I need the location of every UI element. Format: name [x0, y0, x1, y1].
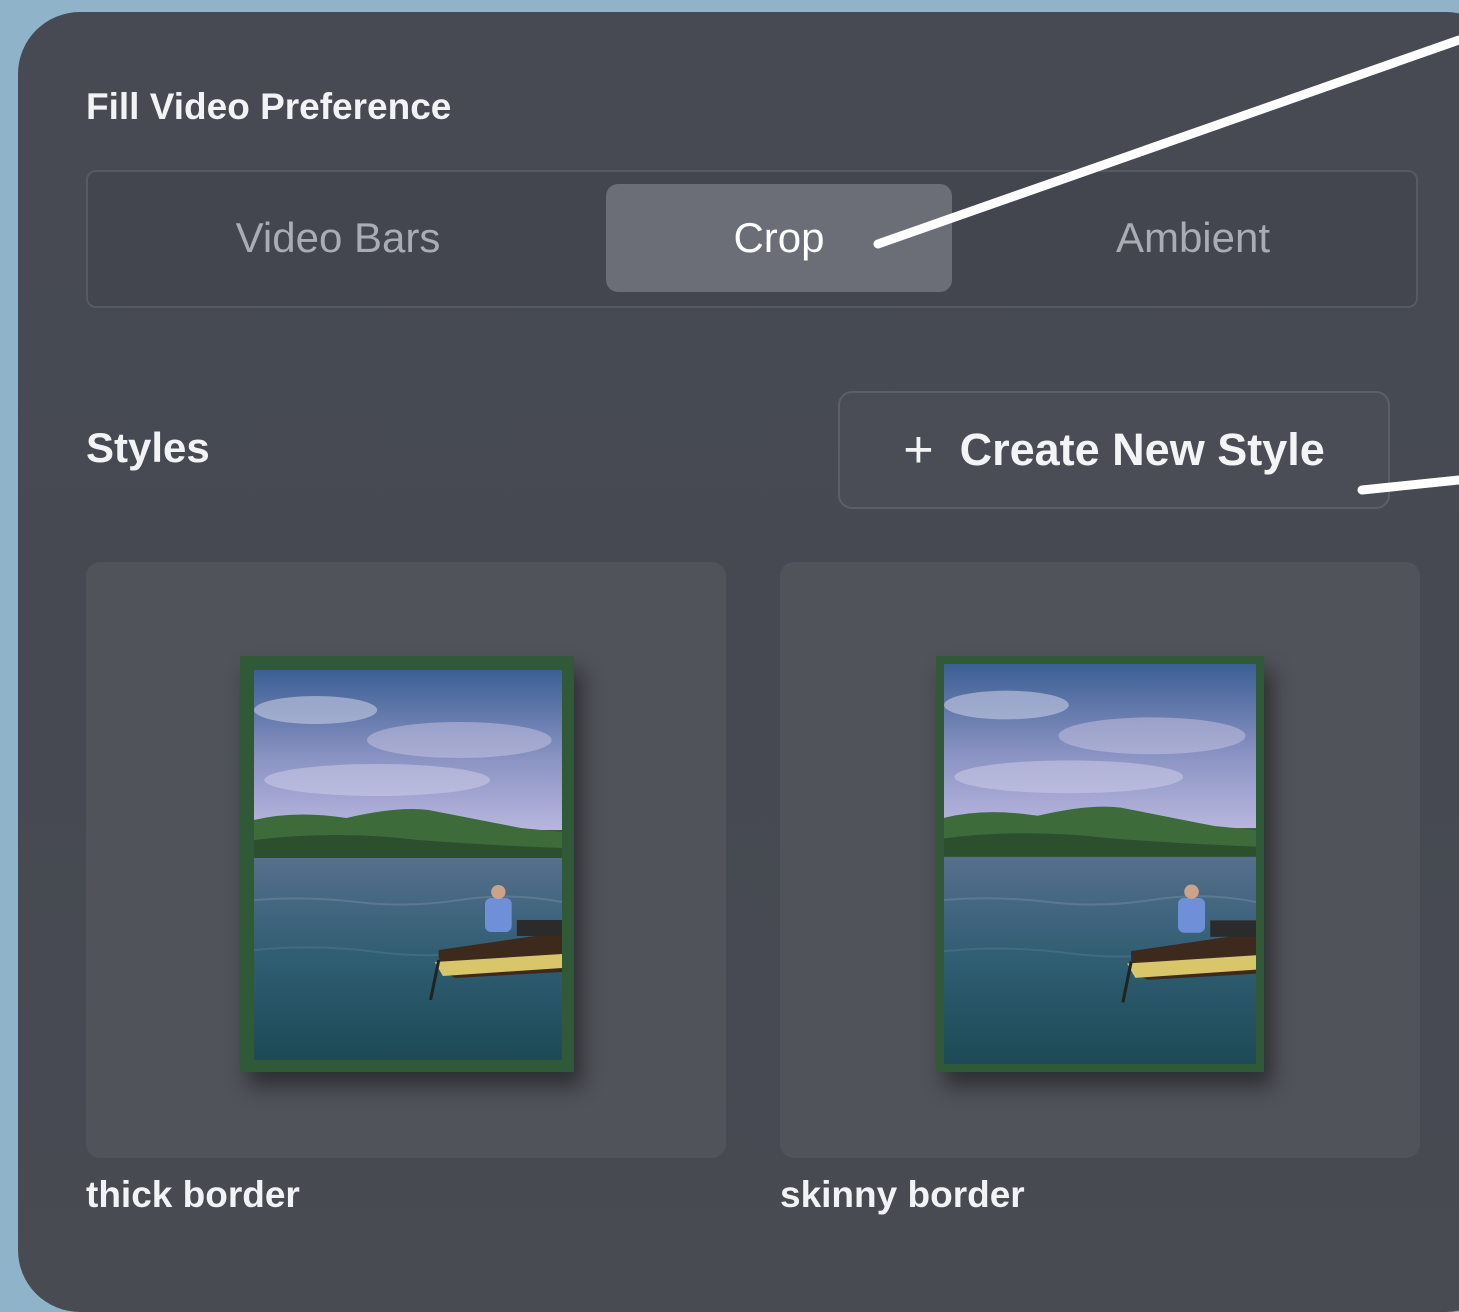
plus-icon: + — [903, 421, 934, 479]
option-ambient[interactable]: Ambient — [968, 184, 1418, 292]
video-preview-image — [944, 664, 1256, 1064]
style-preview-thumbnail — [936, 656, 1264, 1072]
style-name-thick-border: thick border — [86, 1174, 300, 1215]
style-card-skinny-border[interactable] — [780, 562, 1420, 1158]
style-name-skinny-border: skinny border — [780, 1174, 1025, 1215]
create-new-style-button[interactable]: + Create New Style — [838, 391, 1390, 509]
styles-heading: Styles — [86, 424, 210, 471]
style-card-thick-border[interactable] — [86, 562, 726, 1158]
create-new-style-label: Create New Style — [959, 424, 1325, 475]
fill-video-settings-panel: Fill Video Preference Video Bars Crop Am… — [18, 12, 1459, 1312]
fill-video-preference-heading: Fill Video Preference — [86, 86, 452, 127]
option-video-bars[interactable]: Video Bars — [88, 184, 588, 292]
video-preview-image — [254, 670, 562, 1060]
fill-video-preference-segmented-control: Video Bars Crop Ambient — [86, 170, 1418, 308]
option-crop[interactable]: Crop — [606, 184, 952, 292]
style-preview-thumbnail — [240, 656, 574, 1072]
